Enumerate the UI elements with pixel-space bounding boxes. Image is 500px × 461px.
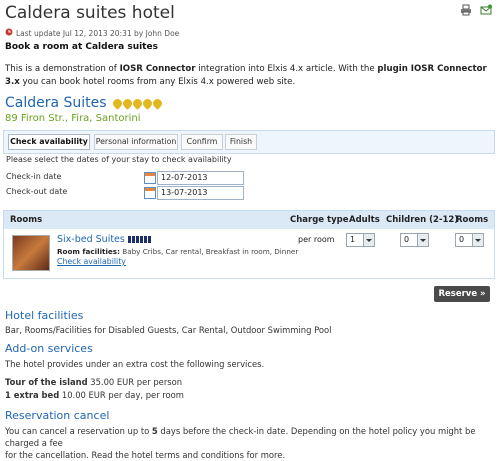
hotel-header: Caldera Suites (5, 95, 164, 111)
room-facilities-value: Baby Cribs, Car rental, Breakfast in roo… (122, 247, 299, 256)
rooms-select[interactable]: 0 (455, 233, 484, 247)
addon-item: Tour of the island 35.00 EUR per person (5, 376, 495, 388)
checkin-label: Check-in date (6, 172, 62, 181)
cancel-title: Reservation cancel (5, 409, 110, 422)
article-subtitle: Book a room at Caldera suites (5, 42, 158, 52)
person-icon (135, 236, 139, 243)
header-room-count: Rooms (456, 215, 489, 225)
rooms-value: 0 (459, 235, 465, 244)
person-icon (127, 236, 131, 243)
chevron-down-icon (363, 234, 374, 246)
availability-prompt: Please select the dates of your stay to … (6, 155, 232, 164)
article-tools (460, 4, 492, 16)
room-title: Six-bed Suites (57, 234, 151, 245)
chevron-down-icon (472, 234, 483, 246)
persons-icon (127, 236, 151, 243)
print-icon[interactable] (460, 4, 472, 16)
cancel-text-1: You can cancel a reservation up to (5, 426, 152, 436)
person-icon (147, 236, 151, 243)
addon-name: Tour of the island (5, 377, 88, 387)
last-update: Last update Jul 12, 2013 20:31 by John D… (5, 28, 179, 38)
calendar-icon[interactable] (144, 187, 156, 199)
header-charge-type: Charge type (290, 215, 349, 225)
checkout-label: Check-out date (6, 187, 68, 196)
addon-name: 1 extra bed (5, 390, 60, 400)
header-rooms: Rooms (10, 215, 43, 225)
last-update-text: Last update Jul 12, 2013 20:31 by John D… (16, 28, 180, 38)
checkin-date-field[interactable]: 12-07-2013 (157, 171, 244, 185)
email-icon[interactable] (480, 4, 492, 16)
hotel-stars (110, 96, 164, 110)
intro-paragraph: This is a demonstration of IOSR Connecto… (5, 63, 495, 89)
person-icon (139, 236, 143, 243)
room-thumbnail[interactable] (12, 235, 50, 271)
tab-personal-information[interactable]: Personal information (94, 134, 178, 150)
addon-price: 35.00 EUR per person (90, 377, 183, 387)
room-name-link[interactable]: Six-bed Suites (57, 234, 125, 245)
page: Caldera suites hotel Last update Jul 12,… (0, 0, 500, 460)
chevron-down-icon (417, 234, 428, 246)
calendar-icon[interactable] (144, 172, 156, 184)
check-availability-link[interactable]: Check availability (57, 257, 126, 266)
person-icon (131, 236, 135, 243)
addon-item: 1 extra bed 10.00 EUR per day, per room (5, 389, 495, 401)
page-title: Caldera suites hotel (5, 3, 175, 23)
header-children: Children (2-12) (386, 215, 459, 225)
intro-text-3: you can book hotel rooms from any Elxis … (19, 77, 296, 87)
facilities-text: Bar, Rooms/Facilities for Disabled Guest… (5, 325, 332, 335)
star-icon (150, 96, 164, 110)
person-icon (143, 236, 147, 243)
booking-steps: Check availability Personal information … (3, 130, 495, 154)
addons-text: The hotel provides under an extra cost t… (5, 359, 265, 369)
children-select[interactable]: 0 (400, 233, 429, 247)
checkout-date-field[interactable]: 13-07-2013 (157, 186, 244, 200)
adults-select[interactable]: 1 (346, 233, 375, 247)
hotel-name: Caldera Suites (5, 95, 107, 111)
children-value: 0 (404, 235, 410, 244)
cancel-text-3: for the cancellation. Read the hotel ter… (5, 450, 286, 460)
room-facilities: Room facilities: Baby Cribs, Car rental,… (57, 247, 298, 256)
tab-confirm[interactable]: Confirm (181, 134, 223, 150)
tab-finish[interactable]: Finish (225, 134, 257, 150)
addons-title: Add-on services (5, 342, 93, 355)
reserve-button[interactable]: Reserve » (434, 286, 490, 302)
intro-text-1: This is a demonstration of (5, 64, 120, 74)
charge-type: per room (298, 235, 335, 244)
addon-price: 10.00 EUR per day, per room (61, 390, 184, 400)
intro-bold-1: IOSR Connector (119, 64, 196, 74)
rooms-table-header: Rooms Charge type Adults Children (2-12)… (4, 211, 494, 229)
tab-check-availability[interactable]: Check availability (8, 134, 90, 150)
header-adults: Adults (349, 215, 380, 225)
clock-icon (5, 28, 13, 38)
cancel-text: You can cancel a reservation up to 5 day… (5, 425, 495, 461)
intro-text-2: integration into Elxis 4.x article. With… (195, 64, 378, 74)
adults-value: 1 (350, 235, 356, 244)
room-facilities-label: Room facilities: (57, 247, 120, 256)
facilities-title: Hotel facilities (5, 309, 84, 322)
hotel-address: 89 Firon Str., Fira, Santorini (5, 113, 141, 124)
